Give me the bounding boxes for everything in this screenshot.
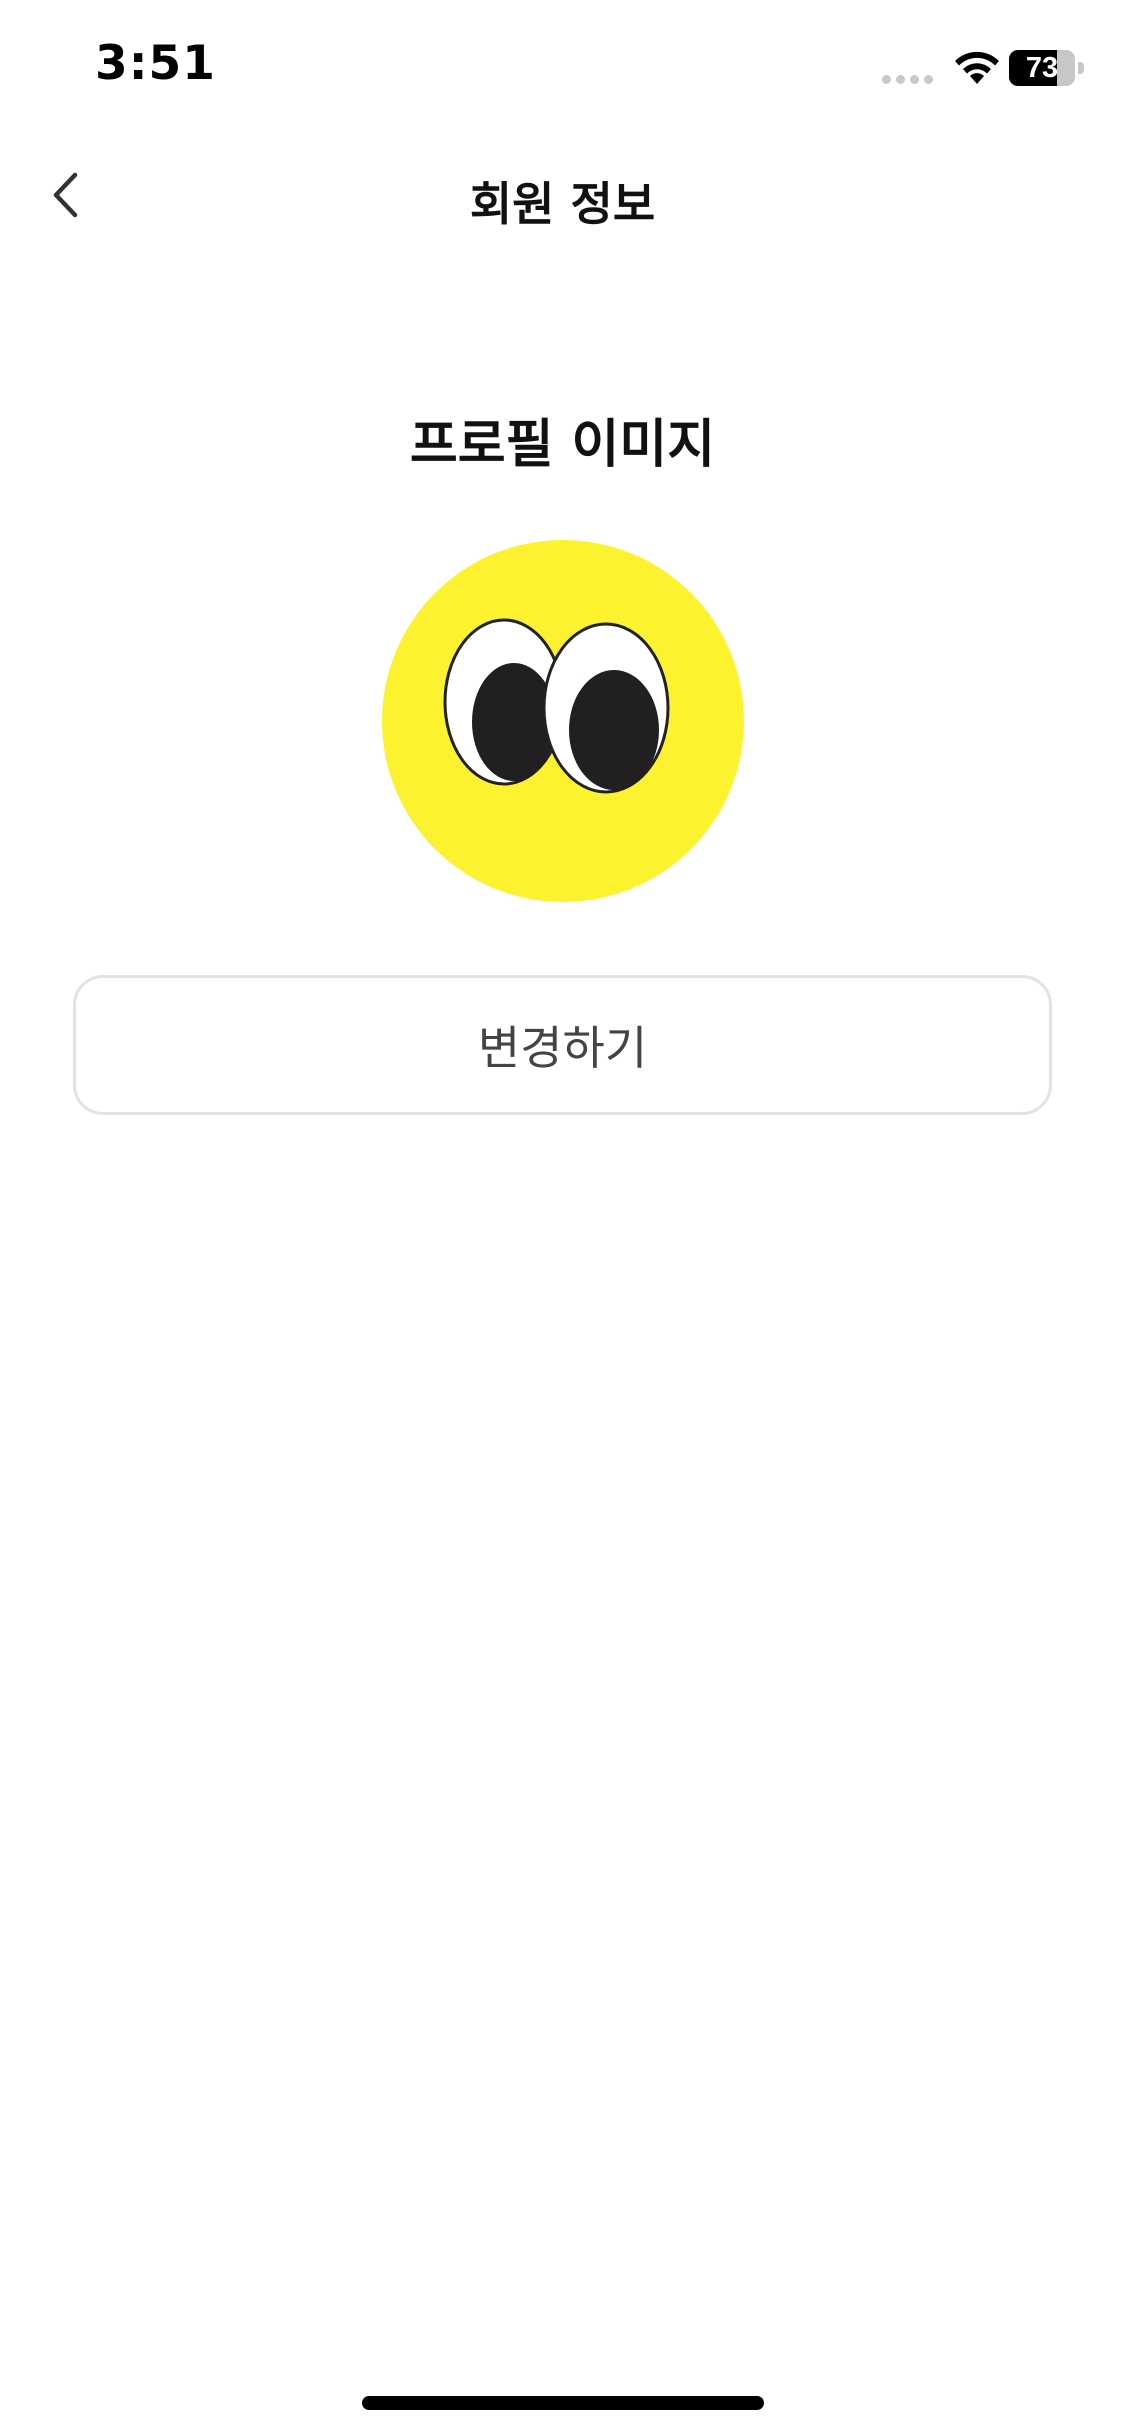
status-bar: 3:51 73 [0, 0, 1125, 130]
battery-level: 73 [1025, 52, 1059, 84]
wifi-icon [955, 51, 999, 84]
cellular-signal-icon [882, 75, 934, 84]
status-time: 3:51 [95, 36, 216, 91]
profile-avatar [382, 540, 744, 902]
change-profile-image-button[interactable]: 변경하기 [73, 975, 1052, 1115]
right-eye-icon [542, 622, 670, 794]
nav-bar: 회원 정보 [0, 130, 1125, 260]
page-title: 회원 정보 [469, 177, 656, 231]
battery-icon: 73 [1009, 50, 1084, 86]
profile-image-heading: 프로필 이미지 [409, 415, 716, 475]
home-indicator [362, 2396, 764, 2410]
change-button-label: 변경하기 [477, 1021, 648, 1075]
